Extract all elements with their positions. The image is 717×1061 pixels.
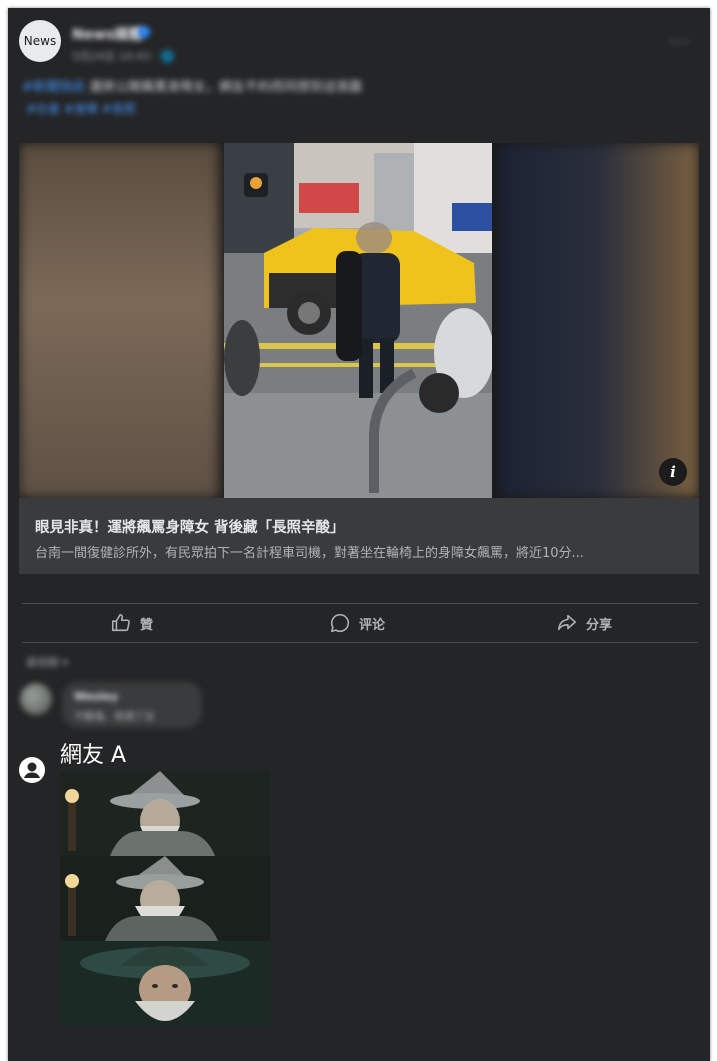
link-description: 台南一間復健診所外，有民眾拍下一名計程車司機，對著坐在輪椅上的身障女飆罵，將近1…	[35, 546, 584, 561]
meme-image[interactable]	[60, 771, 270, 1026]
divider	[22, 642, 698, 643]
divider	[22, 603, 698, 604]
comment-label: 评论	[359, 617, 386, 633]
avatar-label: News	[23, 34, 57, 48]
page-avatar[interactable]: News	[19, 20, 61, 62]
page-name[interactable]: News媒體	[72, 24, 142, 44]
thumbs-up-icon	[111, 613, 130, 632]
street-scene-image	[224, 143, 492, 498]
post-card: News News媒體 5月24日 14:43 · 🌐 ··· #新聞快訊 運將…	[8, 8, 710, 1061]
action-bar: 贊 评论 分享	[22, 605, 698, 645]
meme-panel-2	[60, 856, 270, 941]
video-blur-left	[19, 143, 219, 498]
info-icon[interactable]: i	[659, 458, 687, 486]
post-body: 運將公開飆罵身障女，網友不約而同想到這張圖	[84, 80, 363, 95]
post-tags[interactable]: #社會 #身障 #長照	[26, 100, 136, 117]
video-frame[interactable]	[224, 143, 492, 498]
share-icon	[557, 614, 577, 631]
post-hashtag[interactable]: #新聞快訊	[22, 80, 85, 95]
comment-icon	[330, 613, 350, 633]
link-title[interactable]: 眼見非真！運將飆罵身障女 背後藏「長照辛酸」	[35, 516, 345, 537]
share-label: 分享	[586, 617, 613, 633]
user-avatar-icon[interactable]	[19, 757, 45, 783]
share-button[interactable]: 分享	[556, 612, 612, 634]
like-button[interactable]: 贊	[110, 612, 153, 634]
link-preview[interactable]: 眼見非真！運將飆罵身障女 背後藏「長照辛酸」 台南一間復健診所外，有民眾拍下一名…	[19, 498, 699, 574]
post-timestamp[interactable]: 5月24日 14:43 · 🌐	[72, 48, 174, 64]
comment-text: 不難懂，想通了沒	[74, 712, 154, 723]
verified-badge-icon	[138, 26, 150, 38]
like-label: 贊	[140, 617, 154, 633]
comment-bubble: Wesley 不難懂，想通了沒	[62, 682, 202, 728]
commenter-name[interactable]: 網友 A	[60, 737, 126, 769]
post-text: #新聞快訊 運將公開飆罵身障女，網友不約而同想到這張圖	[22, 76, 362, 95]
more-options-button[interactable]: ···	[670, 32, 690, 53]
meme-panel-1	[60, 771, 270, 856]
comment-sort-dropdown[interactable]: 最相關 ▾	[26, 654, 68, 670]
video-player[interactable]: i	[19, 143, 699, 498]
comment-button[interactable]: 评论	[329, 612, 385, 634]
video-blur-right	[499, 143, 699, 498]
meme-panel-3	[60, 941, 270, 1026]
commenter-name[interactable]: Wesley	[74, 690, 118, 703]
commenter-avatar[interactable]	[20, 683, 52, 715]
